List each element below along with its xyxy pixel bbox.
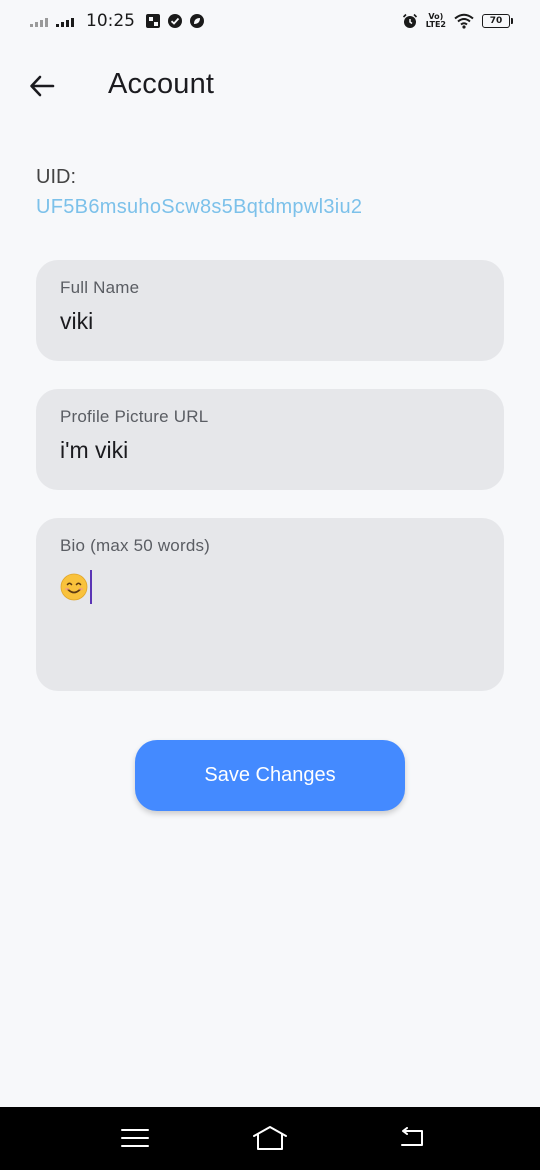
volte-badge: Vo) LTE2 bbox=[426, 13, 446, 29]
bio-label: Bio (max 50 words) bbox=[60, 536, 211, 555]
uid-label: UID: bbox=[36, 166, 76, 188]
battery-icon: 70 bbox=[482, 14, 513, 28]
volte-badge-bottom: LTE2 bbox=[425, 20, 446, 29]
full-name-field[interactable]: Full Name viki bbox=[36, 260, 504, 361]
signal-weak-icon bbox=[30, 18, 48, 27]
system-nav-bar bbox=[0, 1107, 540, 1170]
status-right: Vo) LTE2 70 bbox=[402, 10, 513, 32]
home-icon bbox=[253, 1126, 287, 1150]
signal-strong-icon bbox=[56, 18, 74, 27]
bio-input[interactable] bbox=[60, 566, 480, 604]
profile-picture-url-field[interactable]: Profile Picture URL i'm viki bbox=[36, 389, 504, 490]
nav-back-button[interactable] bbox=[392, 1121, 432, 1155]
status-time: 10:25 bbox=[86, 11, 135, 31]
status-bar: 10:25 Vo) LTE2 70 bbox=[0, 0, 540, 44]
smiling-face-emoji-icon bbox=[60, 573, 88, 601]
arrow-back-icon bbox=[30, 75, 55, 97]
back-return-icon bbox=[401, 1127, 423, 1146]
wifi-icon bbox=[454, 13, 474, 29]
uid-value: UF5B6msuhoScw8s5Bqtdmpwl3iu2 bbox=[36, 196, 363, 218]
menu-icon bbox=[121, 1129, 149, 1147]
leaf-circle-icon bbox=[190, 14, 204, 28]
profile-picture-url-label: Profile Picture URL bbox=[60, 407, 209, 426]
bio-field[interactable]: Bio (max 50 words) bbox=[36, 518, 504, 691]
profile-picture-url-value[interactable]: i'm viki bbox=[60, 437, 480, 464]
page-title: Account bbox=[108, 68, 215, 100]
alarm-icon bbox=[402, 13, 417, 28]
back-button[interactable] bbox=[22, 66, 62, 106]
battery-level: 70 bbox=[489, 16, 503, 26]
notification-app-icon bbox=[146, 14, 160, 28]
nav-menu-button[interactable] bbox=[115, 1121, 155, 1155]
nav-home-button[interactable] bbox=[250, 1121, 290, 1155]
check-circle-icon bbox=[168, 14, 182, 28]
full-name-label: Full Name bbox=[60, 278, 140, 297]
save-changes-button[interactable]: Save Changes bbox=[135, 740, 405, 811]
text-cursor bbox=[90, 570, 92, 604]
full-name-value[interactable]: viki bbox=[60, 308, 480, 335]
status-left: 10:25 bbox=[30, 10, 205, 32]
app-bar: Account bbox=[0, 58, 540, 114]
